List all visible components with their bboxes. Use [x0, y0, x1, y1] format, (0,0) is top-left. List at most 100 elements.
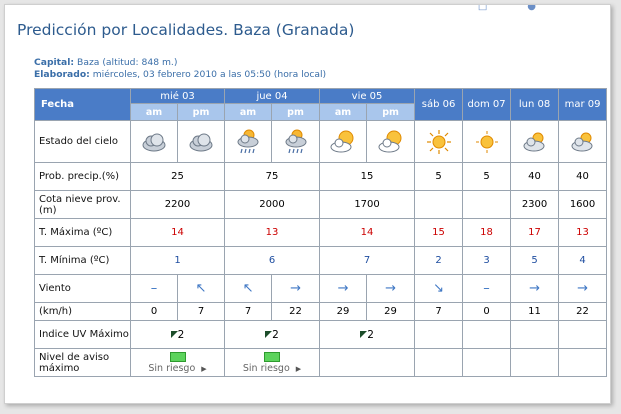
wind-arrow-east-icon: → [319, 274, 368, 303]
sun-cloud-icon [366, 120, 416, 163]
wind-arrow-east-icon: → [366, 274, 416, 303]
viento-label: Viento [34, 274, 131, 303]
cloud-sun-rain-icon [224, 120, 273, 163]
am-header: am [224, 103, 273, 121]
meta-info: Capital: Baza (altitud: 848 m.) Elaborad… [34, 57, 326, 81]
day-header: vie 05 [319, 88, 416, 104]
cloud-sun-icon [510, 120, 560, 163]
cota-cell: 2300 [510, 190, 560, 219]
print-icon[interactable]: □ [478, 5, 527, 12]
uv-cell [462, 320, 512, 349]
chevron-right-icon[interactable]: ▶ [201, 365, 206, 373]
cota-cell: 2000 [224, 190, 321, 219]
prob-cell: 40 [510, 162, 560, 191]
wind-speed-cell: 7 [224, 302, 273, 321]
pm-header: pm [366, 103, 416, 121]
aviso-cell [510, 348, 560, 377]
prob-cell: 40 [558, 162, 608, 191]
uv-flag-icon [170, 331, 178, 338]
pm-header: pm [176, 103, 226, 121]
cota-cell: 2200 [129, 190, 226, 219]
uv-cell [558, 320, 608, 349]
cota-label: Cota nieve prov.(m) [34, 190, 131, 219]
cota-cell: 1700 [319, 190, 416, 219]
am-header: am [319, 103, 368, 121]
uv-cell [414, 320, 464, 349]
wind-speed-cell: 7 [176, 302, 226, 321]
uv-value: 2 [367, 328, 374, 341]
info-icon[interactable]: ● [527, 5, 576, 12]
prob-cell: 75 [224, 162, 321, 191]
wind-speed-cell: 0 [462, 302, 512, 321]
aviso-label: Nivel de aviso máximo [34, 348, 131, 377]
day-header: sáb 06 [414, 88, 464, 121]
tmin-label: T. Mínima (ºC) [34, 246, 131, 275]
uv-value: 2 [272, 328, 279, 341]
sun-cloud-icon [319, 120, 368, 163]
day-header: lun 08 [510, 88, 560, 121]
chevron-right-icon[interactable]: ▶ [296, 365, 301, 373]
aviso-cell [414, 348, 464, 377]
aviso-cell[interactable]: Sin riesgo ▶ [129, 348, 226, 377]
tmax-cell: 13 [224, 218, 321, 247]
aviso-cell [462, 348, 512, 377]
aviso-cell [558, 348, 608, 377]
wind-speed-cell: 29 [319, 302, 368, 321]
day-header: mar 09 [558, 88, 608, 121]
wind-speed-cell: 0 [130, 302, 178, 321]
wind-arrow-se-icon: ↘ [414, 274, 464, 303]
uv-cell: 2 [224, 320, 321, 349]
sun-icon [462, 120, 512, 163]
tmax-cell: 18 [462, 218, 512, 247]
cota-cell: 1600 [558, 190, 608, 219]
wind-speed-cell: 11 [510, 302, 560, 321]
uv-cell: 2 [319, 320, 416, 349]
cloud-sun-rain-icon [271, 120, 321, 163]
aviso-text[interactable]: Sin riesgo [243, 363, 290, 374]
prob-cell: 25 [129, 162, 226, 191]
prob-cell: 5 [462, 162, 512, 191]
tmax-label: T. Máxima (ºC) [34, 218, 131, 247]
wind-calm-icon: – [130, 274, 178, 303]
wind-arrow-east-icon: → [510, 274, 560, 303]
wind-speed-cell: 29 [366, 302, 416, 321]
wind-calm-icon: – [462, 274, 512, 303]
aviso-cell[interactable]: Sin riesgo ▶ [224, 348, 321, 377]
tmax-cell: 17 [510, 218, 560, 247]
wind-arrow-east-icon: → [271, 274, 321, 303]
capital-value: Baza (altitud: 848 m.) [77, 57, 178, 68]
uv-cell [510, 320, 560, 349]
tmin-cell: 7 [319, 246, 416, 275]
sun-icon [414, 120, 464, 163]
uv-value: 2 [177, 328, 185, 341]
kmh-label: (km/h) [34, 302, 131, 321]
tmin-cell: 5 [510, 246, 560, 275]
wind-arrow-east-icon: → [558, 274, 608, 303]
forecast-panel: □● Predicción por Localidades. Baza (Gra… [4, 4, 611, 404]
prob-cell: 5 [414, 162, 464, 191]
tmax-cell: 13 [558, 218, 608, 247]
aviso-text[interactable]: Sin riesgo [148, 363, 195, 374]
wind-speed-cell: 7 [414, 302, 464, 321]
aviso-green-icon [264, 351, 281, 362]
estado-label: Estado del cielo [34, 120, 131, 163]
day-header: jue 04 [224, 88, 321, 104]
cloud-icon [176, 120, 226, 163]
tmin-cell: 4 [558, 246, 608, 275]
wind-speed-cell: 22 [558, 302, 608, 321]
cota-cell [414, 190, 464, 219]
tmin-cell: 3 [462, 246, 512, 275]
uv-label: Indice UV Máximo [34, 320, 131, 349]
tmax-cell: 14 [319, 218, 416, 247]
header-icons: □● [478, 5, 576, 12]
wind-speed-cell: 22 [271, 302, 321, 321]
aviso-green-icon [169, 351, 186, 362]
uv-cell: 2 [129, 320, 226, 349]
pm-header: pm [271, 103, 321, 121]
prob-label: Prob. precip.(%) [34, 162, 131, 191]
tmax-cell: 15 [414, 218, 464, 247]
wind-arrow-nw-icon: ↖ [176, 274, 226, 303]
cloud-sun-icon [558, 120, 608, 163]
am-header: am [130, 103, 178, 121]
page-title: Predicción por Localidades. Baza (Granad… [17, 21, 355, 39]
